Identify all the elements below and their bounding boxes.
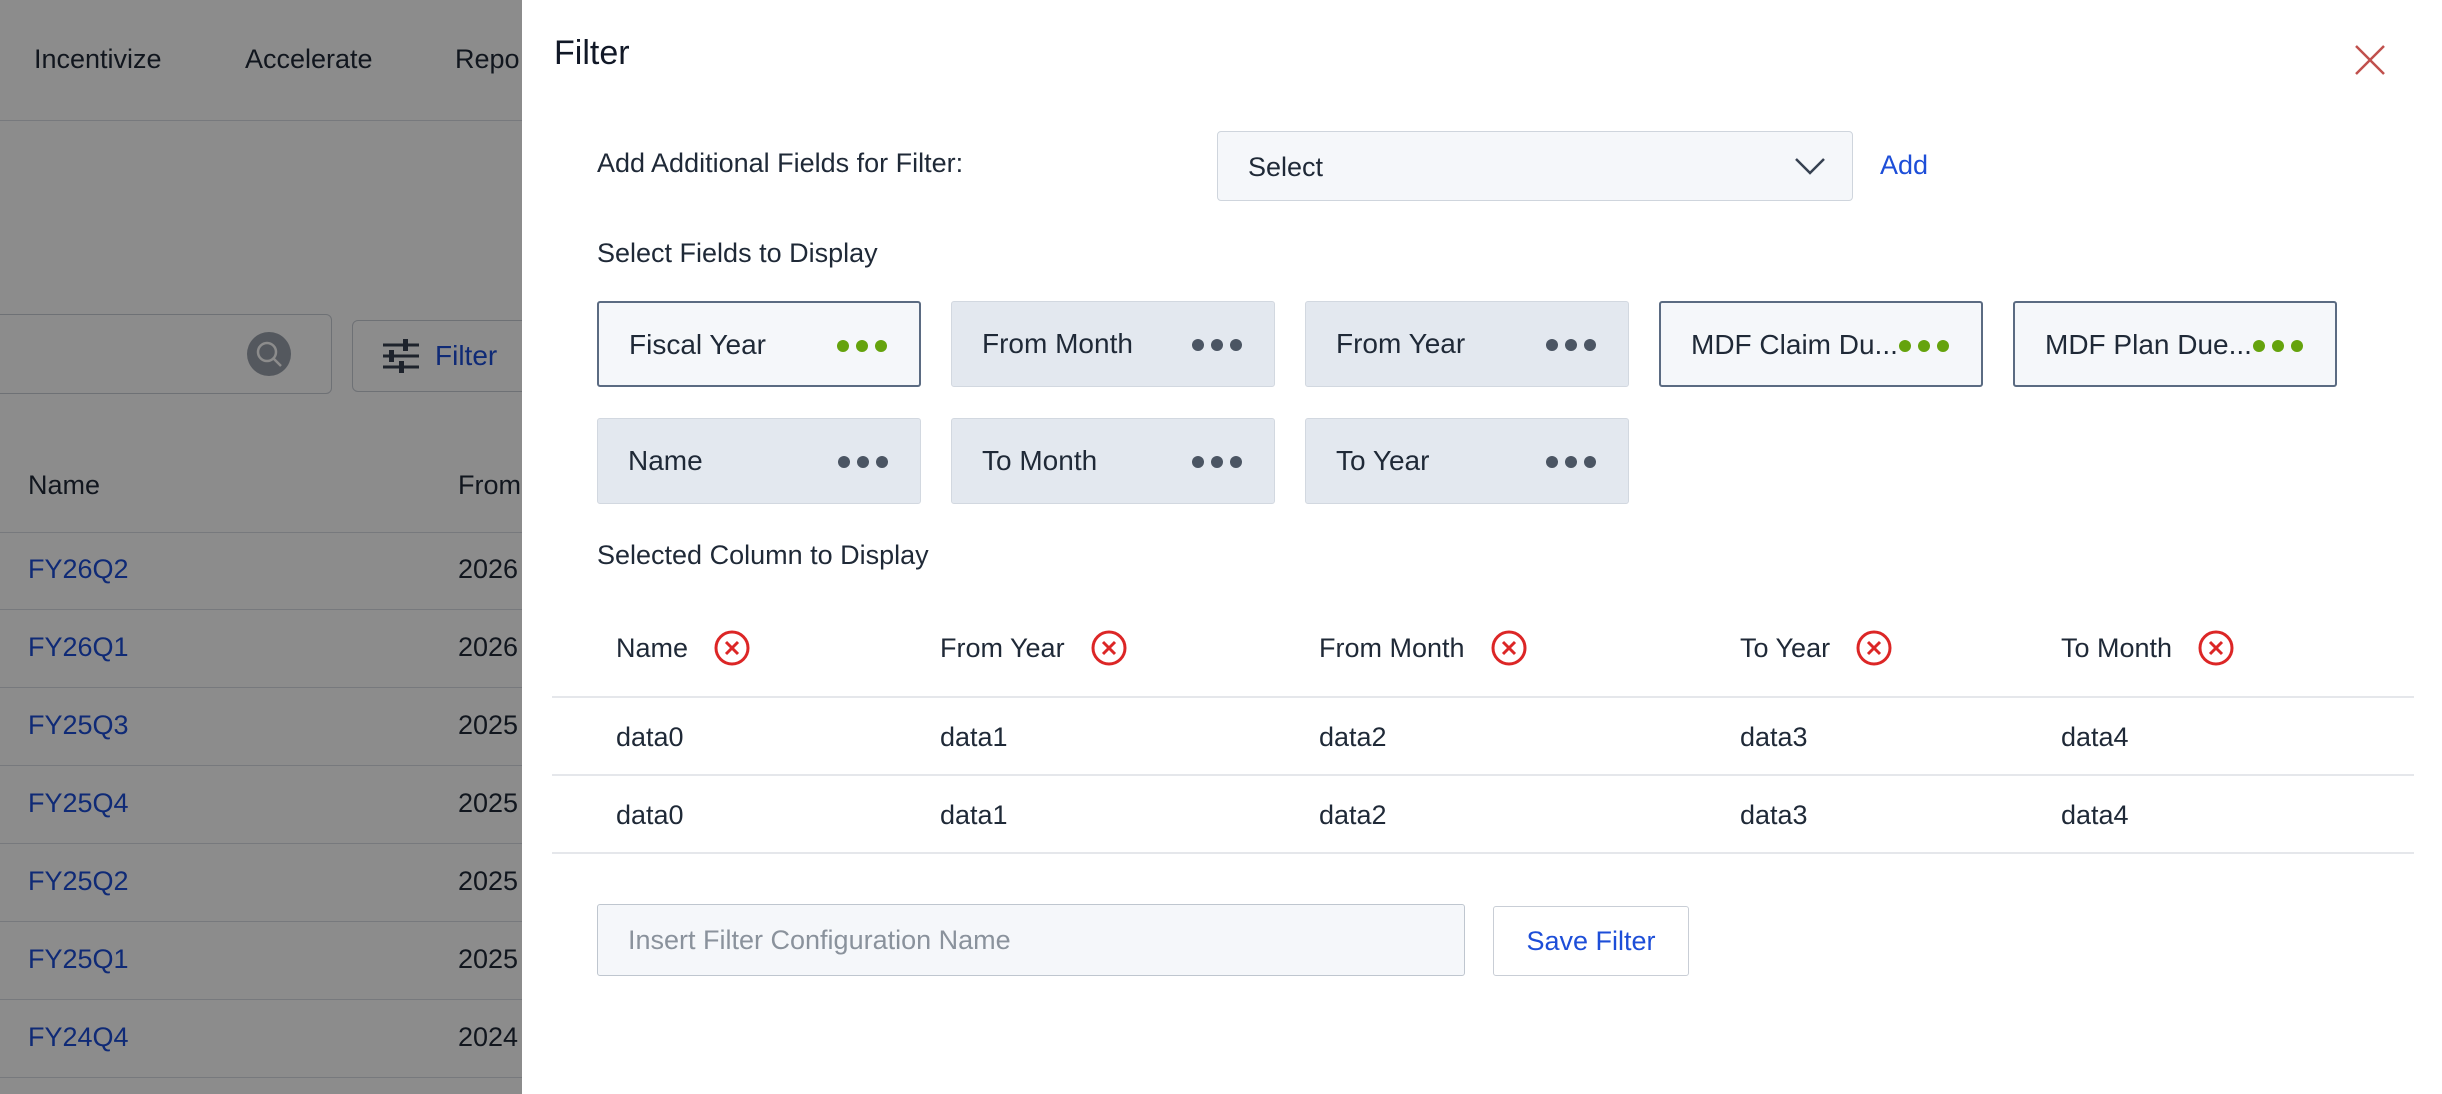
table-cell: data4 <box>2061 800 2129 830</box>
field-chip-label: To Month <box>982 445 1098 476</box>
panel-title: Filter <box>554 34 630 72</box>
selected-columns-label: Selected Column to Display <box>597 540 929 570</box>
table-cell: data2 <box>1319 722 1387 752</box>
more-dots-icon[interactable] <box>838 456 888 468</box>
remove-column-icon[interactable] <box>1856 630 1892 666</box>
table-cell: data1 <box>940 800 1008 830</box>
table-cell: data0 <box>616 722 684 752</box>
column-to-month: To Month <box>2061 630 2234 666</box>
more-dots-icon[interactable] <box>1192 339 1242 351</box>
field-chip-label: MDF Claim Du... <box>1691 329 1898 360</box>
field-chip-label: Fiscal Year <box>629 329 766 360</box>
column-label: From Year <box>940 632 1065 663</box>
fields-to-display-label: Select Fields to Display <box>597 238 878 268</box>
column-label: From Month <box>1319 632 1465 663</box>
table-row: data0 data1 data2 data3 data4 <box>552 776 2414 854</box>
remove-column-icon[interactable] <box>714 630 750 666</box>
column-to-year: To Year <box>1740 630 1892 666</box>
field-chip-from-month[interactable]: From Month <box>951 301 1275 387</box>
column-name: Name <box>616 630 750 666</box>
column-label: Name <box>616 632 689 663</box>
table-cell: data4 <box>2061 722 2129 752</box>
field-chip-label: To Year <box>1336 445 1430 476</box>
table-cell: data2 <box>1319 800 1387 830</box>
field-chip-to-year[interactable]: To Year <box>1305 418 1629 504</box>
table-cell: data3 <box>1740 722 1808 752</box>
field-select[interactable]: Select <box>1217 131 1853 201</box>
chevron-down-icon <box>1795 158 1825 175</box>
field-select-value: Select <box>1248 152 1324 182</box>
field-chip-to-month[interactable]: To Month <box>951 418 1275 504</box>
save-filter-button[interactable]: Save Filter <box>1493 906 1689 976</box>
more-dots-icon[interactable] <box>1899 340 1949 352</box>
selected-columns-header: Name From Year From Month To Year To Mon… <box>552 600 2414 698</box>
filter-config-name-input[interactable] <box>597 904 1465 976</box>
close-icon[interactable] <box>2350 40 2390 80</box>
column-from-year: From Year <box>940 630 1127 666</box>
remove-column-icon[interactable] <box>1491 630 1527 666</box>
column-label: To Month <box>2061 632 2173 663</box>
field-chip-mdf-plan-due[interactable]: MDF Plan Due... <box>2013 301 2337 387</box>
table-cell: data3 <box>1740 800 1808 830</box>
more-dots-icon[interactable] <box>2253 340 2303 352</box>
table-cell: data0 <box>616 800 684 830</box>
remove-column-icon[interactable] <box>2198 630 2234 666</box>
field-chip-label: MDF Plan Due... <box>2045 329 2252 360</box>
field-chip-label: Name <box>628 445 703 476</box>
filter-panel: Filter Add Additional Fields for Filter:… <box>522 0 2442 1094</box>
field-chip-label: From Month <box>982 328 1133 359</box>
add-field-link[interactable]: Add <box>1880 150 1928 181</box>
add-fields-label: Add Additional Fields for Filter: <box>597 148 964 178</box>
field-chip-mdf-claim-due[interactable]: MDF Claim Du... <box>1659 301 1983 387</box>
column-label: To Year <box>1740 632 1831 663</box>
field-chip-from-year[interactable]: From Year <box>1305 301 1629 387</box>
table-row: data0 data1 data2 data3 data4 <box>552 698 2414 776</box>
more-dots-icon[interactable] <box>1192 456 1242 468</box>
field-chip-fiscal-year[interactable]: Fiscal Year <box>597 301 921 387</box>
remove-column-icon[interactable] <box>1091 630 1127 666</box>
table-cell: data1 <box>940 722 1008 752</box>
column-from-month: From Month <box>1319 630 1527 666</box>
more-dots-icon[interactable] <box>1546 456 1596 468</box>
more-dots-icon[interactable] <box>1546 339 1596 351</box>
field-chip-name[interactable]: Name <box>597 418 921 504</box>
more-dots-icon[interactable] <box>837 340 887 352</box>
field-chip-label: From Year <box>1336 328 1466 359</box>
